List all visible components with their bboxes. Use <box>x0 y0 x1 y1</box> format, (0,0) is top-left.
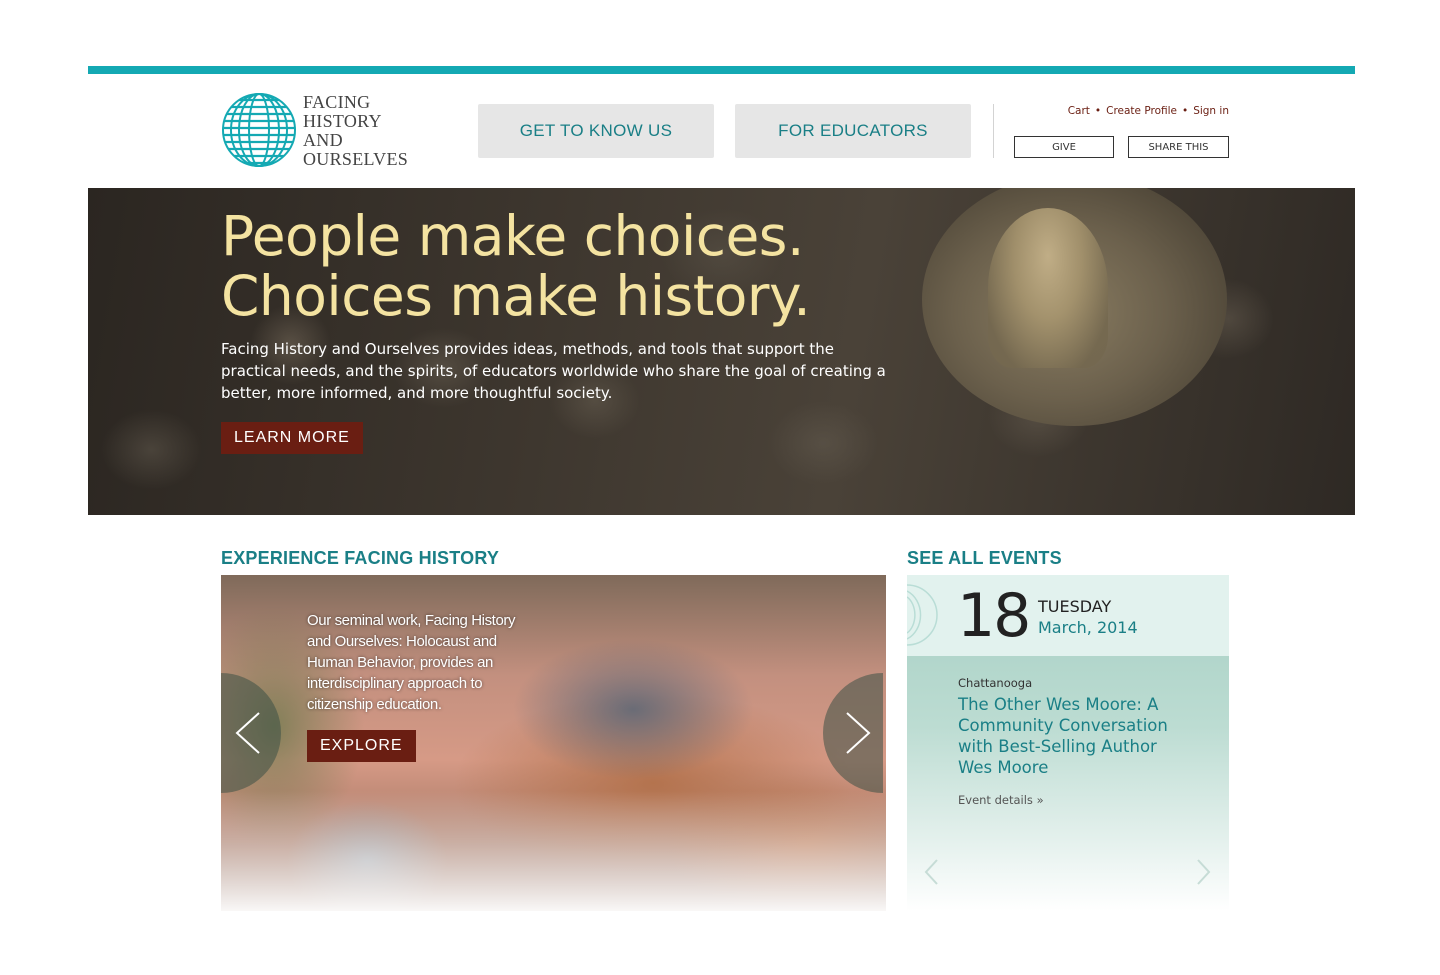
top-accent-bar <box>88 66 1355 74</box>
globe-watermark-icon <box>907 584 938 646</box>
event-day-number: 18 <box>957 581 1031 651</box>
logo-line-1: FACING <box>303 92 371 112</box>
create-profile-link[interactable]: Create Profile <box>1106 105 1177 117</box>
see-all-events-link[interactable]: SEE ALL EVENTS <box>907 548 1062 569</box>
logo-line-3: AND <box>303 130 343 150</box>
give-button[interactable]: GIVE <box>1014 136 1114 158</box>
event-weekday: TUESDAY <box>1038 597 1112 616</box>
globe-logo-icon <box>222 93 296 167</box>
carousel-fade <box>221 791 886 911</box>
events-prev-arrow-icon[interactable] <box>922 857 942 887</box>
logo-line-2: HISTORY <box>303 111 382 131</box>
event-location: Chattanooga <box>958 676 1033 690</box>
carousel-next-arrow-icon[interactable] <box>823 673 883 793</box>
hero-figure-image <box>988 208 1108 368</box>
hero-headline-line-1: People make choices. <box>221 204 804 268</box>
event-details-link[interactable]: Event details » <box>958 793 1044 807</box>
sign-in-link[interactable]: Sign in <box>1193 105 1229 117</box>
event-date-block: 18 TUESDAY March, 2014 <box>907 575 1229 656</box>
events-next-arrow-icon[interactable] <box>1193 857 1213 887</box>
experience-carousel: Our seminal work, Facing History and Our… <box>221 575 886 911</box>
event-month-year: March, 2014 <box>1038 618 1138 637</box>
utility-links: Cart • Create Profile • Sign in <box>1014 105 1229 117</box>
hero-banner: People make choices. Choices make histor… <box>88 188 1355 515</box>
nav-get-to-know-us[interactable]: GET TO KNOW US <box>478 104 714 158</box>
nav-for-educators[interactable]: FOR EDUCATORS <box>735 104 971 158</box>
site-logo[interactable]: FACING HISTORY AND OURSELVES <box>221 90 421 170</box>
experience-heading[interactable]: EXPERIENCE FACING HISTORY <box>221 548 499 569</box>
link-separator: • <box>1094 105 1102 117</box>
hero-headline: People make choices. Choices make histor… <box>221 204 811 328</box>
explore-button[interactable]: EXPLORE <box>307 730 416 762</box>
event-title-link[interactable]: The Other Wes Moore: A Community Convers… <box>958 694 1178 778</box>
events-panel: 18 TUESDAY March, 2014 Chattanooga The O… <box>907 575 1229 911</box>
learn-more-button[interactable]: LEARN MORE <box>221 422 363 454</box>
carousel-prev-arrow-icon[interactable] <box>221 673 281 793</box>
header-divider <box>993 104 994 158</box>
hero-description: Facing History and Ourselves provides id… <box>221 340 886 402</box>
cart-link[interactable]: Cart <box>1068 105 1090 117</box>
share-this-button[interactable]: SHARE THIS <box>1128 136 1229 158</box>
logo-wordmark: FACING HISTORY AND OURSELVES <box>303 93 408 169</box>
link-separator: • <box>1181 105 1189 117</box>
logo-line-4: OURSELVES <box>303 149 409 169</box>
carousel-caption: Our seminal work, Facing History and Our… <box>307 612 516 713</box>
hero-headline-line-2: Choices make history. <box>221 264 811 328</box>
